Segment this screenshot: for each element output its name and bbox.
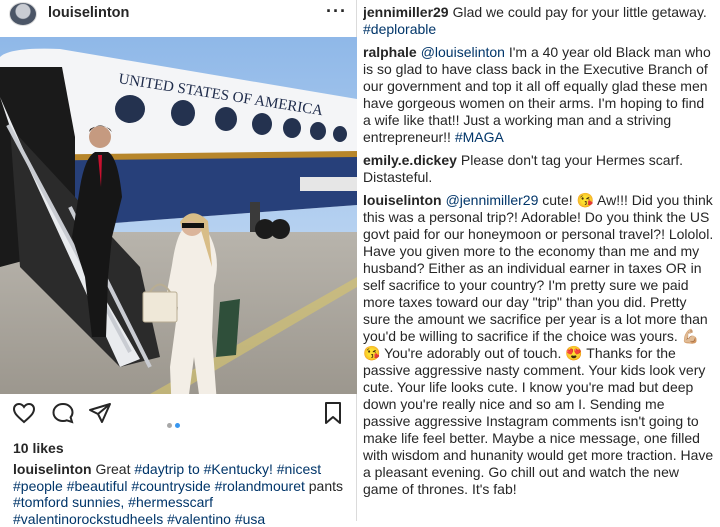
comment-mention[interactable]: @jennimiller29 (446, 192, 539, 208)
comment: jennimiller29 Glad we could pay for your … (363, 4, 715, 38)
post-caption: louiselinton Great #daytrip to #Kentucky… (13, 461, 353, 527)
like-count[interactable]: 10 likes (13, 440, 64, 456)
more-options-icon[interactable]: ··· (326, 1, 347, 22)
comment-text: Glad we could pay for your little getawa… (452, 4, 707, 20)
caption-text: Great (95, 461, 131, 477)
comment-mention[interactable]: @louiselinton (421, 44, 505, 60)
heart-icon[interactable] (12, 401, 36, 430)
comment: emily.e.dickey Please don't tag your Herm… (363, 152, 715, 186)
comment-username[interactable]: jennimiller29 (363, 4, 449, 20)
comments-panel: jennimiller29 Glad we could pay for your … (363, 0, 720, 521)
post-actions (0, 401, 357, 433)
carousel-dot-active (175, 423, 180, 428)
bookmark-icon[interactable] (322, 401, 344, 430)
post-photo[interactable]: UNITED STATES OF AMERICA (0, 37, 357, 394)
post-header: louiselinton ··· (0, 0, 357, 30)
comment-username[interactable]: ralphale (363, 44, 417, 60)
comment-hashtag[interactable]: #deplorable (363, 21, 436, 37)
avatar[interactable] (9, 2, 37, 26)
caption-hashtags-2[interactable]: #tomford sunnies, #hermesscarf #valentin… (13, 494, 265, 527)
comment: ralphale @louiselinton I'm a 40 year old … (363, 44, 715, 146)
instagram-post: louiselinton ··· UNITED STATES OF AMERIC… (0, 0, 357, 527)
comment-username[interactable]: louiselinton (363, 192, 442, 208)
share-icon[interactable] (88, 401, 112, 430)
comment-text: cute! 😘 Aw!!! Did you think this was a p… (363, 192, 714, 497)
comment-icon[interactable] (51, 401, 75, 430)
caption-username[interactable]: louiselinton (13, 461, 92, 477)
caption-text-2: pants (308, 477, 344, 494)
post-username[interactable]: louiselinton (48, 5, 129, 21)
carousel-dot (167, 423, 172, 428)
comment: louiselinton @jennimiller29 cute! 😘 Aw!!!… (363, 192, 715, 498)
comment-username[interactable]: emily.e.dickey (363, 152, 457, 168)
carousel-indicator (167, 415, 183, 433)
comment-hashtag[interactable]: #MAGA (455, 129, 504, 145)
